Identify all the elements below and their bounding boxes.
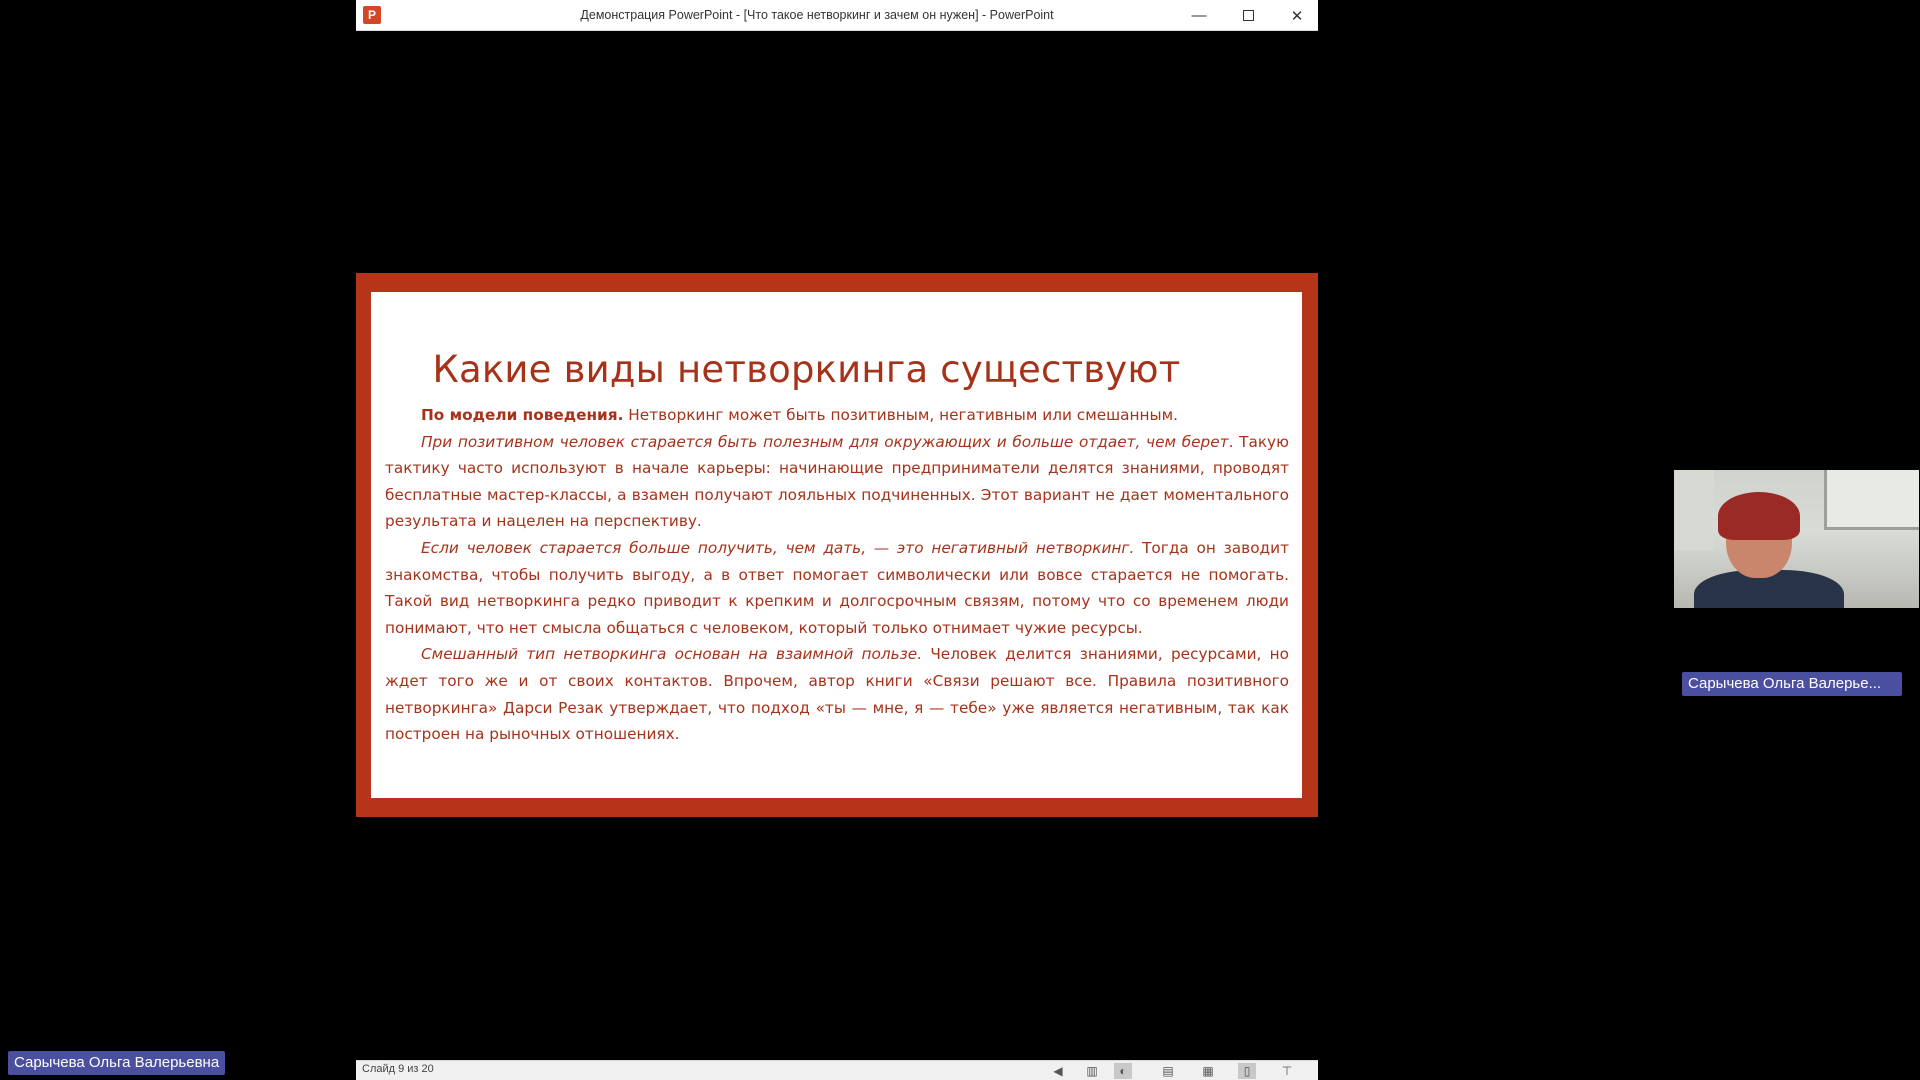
paragraph-behavior-model: По модели поведения. Нетворкинг может бы…: [385, 402, 1289, 429]
pointer-icon[interactable]: ◐: [1114, 1063, 1132, 1079]
close-icon: ✕: [1290, 7, 1304, 25]
video-background-wall: [1674, 470, 1714, 550]
slide-title: Какие виды нетворкинга существуют: [432, 348, 1181, 391]
participant-video[interactable]: [1674, 470, 1919, 608]
slide-sorter-icon[interactable]: ▦: [1199, 1063, 1217, 1079]
slideshow-icon[interactable]: ⊤: [1278, 1063, 1296, 1079]
video-person-hair: [1718, 492, 1800, 540]
behavior-model-text: Нетворкинг может быть позитивным, негати…: [623, 406, 1178, 424]
title-bar[interactable]: P Демонстрация PowerPoint - [Что такое н…: [356, 0, 1318, 31]
normal-view-icon[interactable]: ▤: [1159, 1063, 1177, 1079]
remote-participant-name: Сарычева Ольга Валерье...: [1682, 672, 1902, 696]
mixed-italic: Смешанный тип нетворкинга основан на вза…: [421, 645, 923, 664]
paragraph-negative: Если человек старается больше получить, …: [385, 535, 1289, 641]
positive-italic: При позитивном человек старается быть по…: [421, 432, 1229, 451]
self-participant-name: Сарычева Ольга Валерьевна: [8, 1051, 226, 1075]
back-icon[interactable]: ◀: [1049, 1063, 1067, 1079]
window-title: Демонстрация PowerPoint - [Что такое нет…: [580, 8, 1054, 22]
behavior-model-heading: По модели поведения.: [421, 406, 624, 424]
paragraph-positive: При позитивном человек старается быть по…: [385, 429, 1289, 535]
minimize-icon: —: [1191, 7, 1207, 24]
video-background-board: [1824, 470, 1919, 530]
slide-body: По модели поведения. Нетворкинг может бы…: [385, 402, 1289, 748]
slide-counter: Слайд 9 из 20: [362, 1063, 434, 1075]
status-bar: Слайд 9 из 20 ◀ ▥ ◐ ▤ ▦ ▯ ⊤: [356, 1060, 1318, 1080]
notes-icon[interactable]: ▥: [1083, 1063, 1101, 1079]
minimize-button[interactable]: —: [1176, 0, 1222, 31]
paragraph-mixed: Смешанный тип нетворкинга основан на вза…: [385, 641, 1289, 747]
slide[interactable]: Какие виды нетворкинга существуют По мод…: [356, 273, 1318, 817]
reading-view-icon[interactable]: ▯: [1238, 1063, 1256, 1079]
maximize-icon: [1242, 10, 1254, 21]
negative-italic: Если человек старается больше получить, …: [421, 538, 1135, 557]
close-button[interactable]: ✕: [1274, 0, 1320, 31]
maximize-button[interactable]: [1225, 0, 1271, 31]
slide-content-area: Какие виды нетворкинга существуют По мод…: [371, 292, 1302, 798]
powerpoint-window: P Демонстрация PowerPoint - [Что такое н…: [356, 0, 1318, 1080]
